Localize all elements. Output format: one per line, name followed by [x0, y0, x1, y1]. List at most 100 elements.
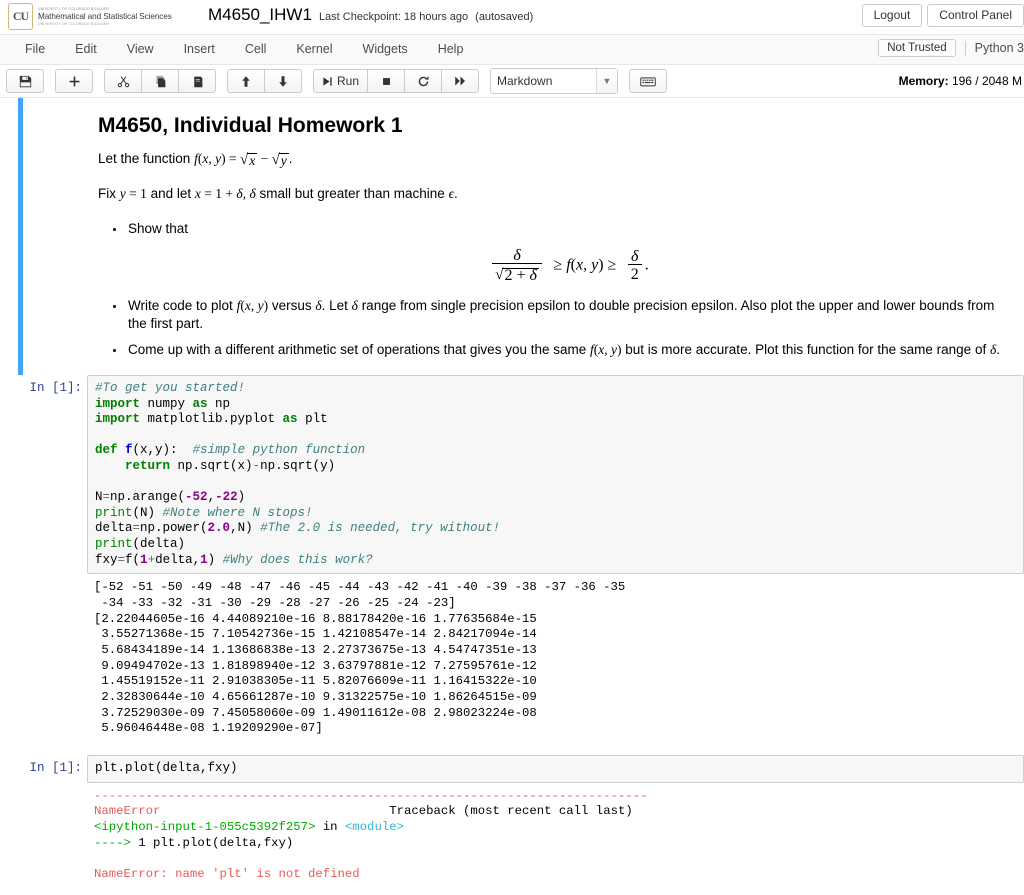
notebook-body: M4650, Individual Homework 1 Let the fun… [0, 98, 1024, 887]
move-cell-down-button[interactable] [264, 69, 302, 93]
menu-item-edit[interactable]: Edit [60, 35, 112, 64]
last-checkpoint-label: Last Checkpoint: 18 hours ago [318, 11, 469, 23]
math-frac-delta-sqrt: δ √ 2 + δ [492, 248, 542, 284]
menu-item-list: File Edit View Insert Cell Kernel Widget… [0, 35, 1024, 64]
math-eq2: = 1 + [200, 186, 237, 201]
menu-item-insert[interactable]: Insert [169, 35, 230, 64]
error-type: NameError [94, 804, 161, 819]
cell-type-value: Markdown [497, 74, 553, 88]
divider [964, 40, 966, 56]
bullet-3-part1: Come up with a different arithmetic set … [128, 342, 590, 357]
notebook-toolbar: Run Markdown ▼ Memory: 196 / 2048 M [0, 65, 1024, 98]
input-prompt: In [1]: [29, 381, 82, 395]
code-cell[interactable]: In [1]: plt.plot(delta,fxy) ------------… [0, 755, 1024, 887]
fix-mid: and let [146, 186, 195, 201]
cut-cell-button[interactable] [104, 69, 142, 93]
menu-item-view[interactable]: View [112, 35, 169, 64]
math-ge2: ≥ [603, 256, 621, 274]
intro-paragraph: Let the function f(x, y) = √ x − √ y. [98, 150, 1010, 168]
error-output-row: ----------------------------------------… [0, 782, 1024, 887]
logout-button[interactable]: Logout [861, 4, 923, 27]
menu-item-widgets[interactable]: Widgets [348, 35, 423, 64]
menu-item-file[interactable]: File [10, 35, 60, 64]
logo-main-text: Mathematical and Statistical Sciences [38, 11, 172, 21]
task-list: Show that δ √2 + δ ≥ f(x, y) ≥ δ 2 . Wri… [98, 220, 1010, 359]
math-comma4: , [250, 298, 258, 313]
bullet-3-part2: but is more accurate. Plot this function… [621, 342, 990, 357]
header-button-group: Logout Control Panel [861, 4, 1024, 27]
traceback-file-ref: <ipython-input-1-055c5392f257> [94, 820, 316, 835]
paste-cell-button[interactable] [178, 69, 216, 93]
insert-group [55, 69, 93, 93]
traceback-in-word: in [315, 820, 345, 835]
output-prompt-spacer [0, 574, 87, 580]
command-palette-group [629, 69, 668, 93]
traceback-arrow: ----> [94, 835, 131, 850]
fix-tail: small but greater than machine [255, 186, 449, 201]
traceback-separator: ----------------------------------------… [94, 788, 648, 803]
error-traceback: ----------------------------------------… [87, 782, 1024, 887]
math-paren2: ) = [221, 151, 240, 166]
copy-cell-button[interactable] [141, 69, 179, 93]
math-eq1: = 1 [125, 186, 147, 201]
bullet-3-part3: . [996, 342, 1000, 357]
stdout-output: [-52 -51 -50 -49 -48 -47 -46 -45 -44 -43… [87, 574, 1024, 742]
control-panel-button[interactable]: Control Panel [927, 4, 1024, 27]
insert-cell-button[interactable] [55, 69, 93, 93]
code-output-row: [-52 -51 -50 -49 -48 -47 -46 -45 -44 -43… [0, 574, 1024, 742]
restart-kernel-button[interactable] [404, 69, 443, 93]
intro-suffix: . [288, 151, 293, 166]
run-group: Run [313, 69, 480, 93]
move-cell-up-button[interactable] [227, 69, 265, 93]
code-editor[interactable]: plt.plot(delta,fxy) [87, 755, 1024, 783]
cu-logo-icon: CU [8, 3, 33, 30]
selected-cell-indicator [18, 98, 23, 375]
markdown-cell[interactable]: M4650, Individual Homework 1 Let the fun… [0, 98, 1024, 375]
code-cell[interactable]: In [1]: #To get you started! import nump… [0, 375, 1024, 742]
bullet-2-part2: versus [268, 298, 316, 313]
stdout-text: [-52 -51 -50 -49 -48 -47 -46 -45 -44 -43… [94, 580, 626, 736]
math-x3: x [575, 256, 584, 274]
menu-item-kernel[interactable]: Kernel [281, 35, 347, 64]
math-sqrt-2-delta: √ 2 + δ [495, 267, 539, 284]
list-item: Show that δ √2 + δ ≥ f(x, y) ≥ δ 2 . [126, 220, 1010, 284]
memory-indicator: Memory: 196 / 2048 M [899, 74, 1022, 88]
math-sqrt-x: √ x [239, 152, 258, 168]
menu-item-cell[interactable]: Cell [230, 35, 282, 64]
input-prompt: In [1]: [29, 761, 82, 776]
interrupt-kernel-button[interactable] [367, 69, 406, 93]
math-sqrt-y: √ y [271, 152, 289, 168]
bullet-2-part3: . Let [321, 298, 352, 313]
site-logo[interactable]: CU UNIVERSITY OF COLORADO BOULDER Mathem… [8, 3, 172, 30]
memory-label: Memory: [898, 74, 949, 88]
menu-item-help[interactable]: Help [423, 35, 479, 64]
clipboard-group [104, 69, 216, 93]
intro-prefix: Let the function [98, 151, 195, 166]
notebook-title-block: M4650_IHW1 Last Checkpoint: 18 hours ago… [208, 5, 533, 25]
notebook-header: CU UNIVERSITY OF COLORADO BOULDER Mathem… [0, 0, 1024, 35]
run-cell-button[interactable]: Run [313, 69, 369, 93]
code-source: plt.plot(delta,fxy) [95, 761, 238, 776]
code-input-row: In [1]: plt.plot(delta,fxy) [0, 755, 1024, 783]
code-input-row: In [1]: #To get you started! import nump… [0, 375, 1024, 575]
notebook-name[interactable]: M4650_IHW1 [208, 5, 312, 25]
list-item: Write code to plot f(x, y) versus δ. Let… [126, 297, 1010, 333]
fix-paragraph: Fix y = 1 and let x = 1 + δ, δ small but… [98, 185, 1010, 203]
move-group [227, 69, 302, 93]
logo-sub-text: UNIVERSITY OF COLORADO BOULDER [38, 21, 110, 26]
code-editor[interactable]: #To get you started! import numpy as np … [87, 375, 1024, 575]
traceback-label: Traceback (most recent call last) [389, 804, 633, 819]
chevron-down-icon: ▼ [596, 69, 618, 93]
run-button-label: Run [337, 74, 360, 88]
restart-run-all-button[interactable] [441, 69, 480, 93]
logo-wordmark: UNIVERSITY OF COLORADO BOULDER Mathemati… [38, 7, 172, 27]
save-button[interactable] [6, 69, 44, 93]
page-title: M4650, Individual Homework 1 [98, 114, 403, 137]
fix-period: . [454, 186, 458, 201]
trust-status-badge[interactable]: Not Trusted [878, 39, 956, 57]
math-comma3: , [583, 256, 592, 274]
keyboard-shortcuts-button[interactable] [629, 69, 668, 93]
code-source: #To get you started! import numpy as np … [95, 381, 501, 567]
cell-type-select[interactable]: Markdown ▼ [490, 68, 619, 94]
kernel-status-block: Not Trusted Python 3 [878, 39, 1024, 57]
